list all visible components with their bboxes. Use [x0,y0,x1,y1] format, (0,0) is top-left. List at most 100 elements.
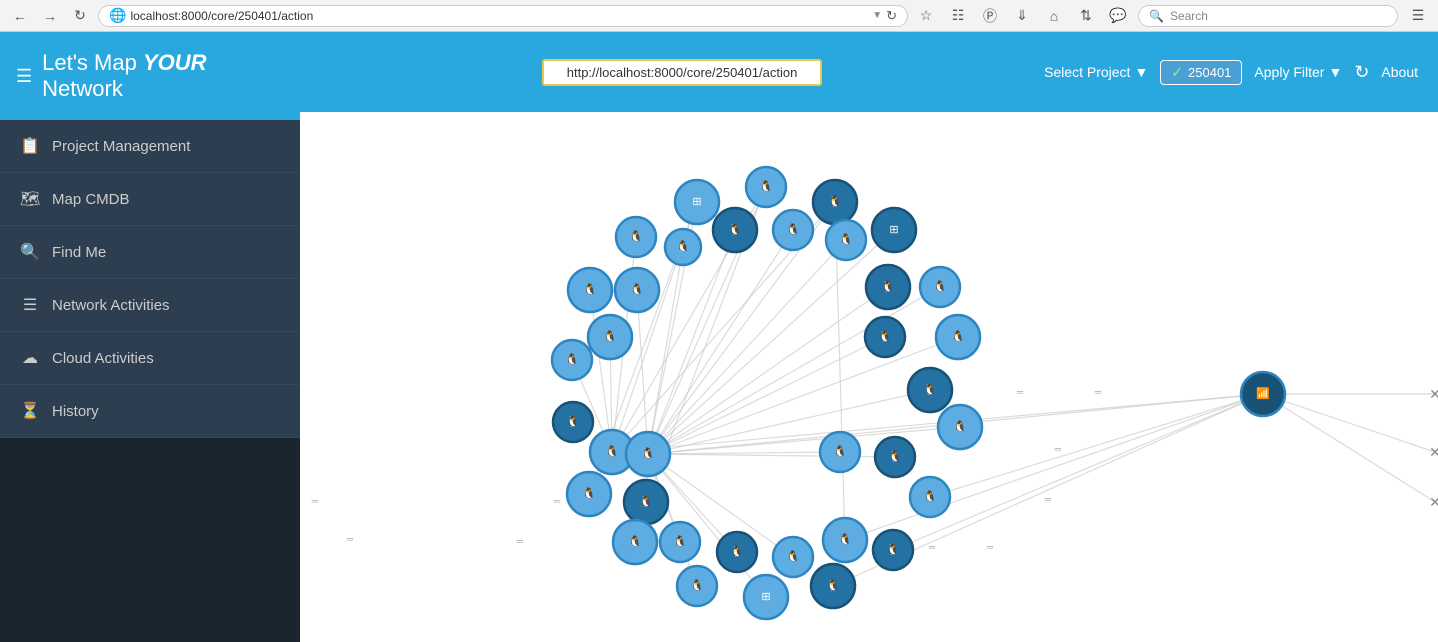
sidebar-item-label: Cloud Activities [52,350,154,367]
svg-text:🐧: 🐧 [951,330,965,343]
svg-text:⊞: ⊞ [761,591,770,603]
svg-text:🐧: 🐧 [565,353,579,366]
network-node[interactable]: 🐧 [713,208,757,252]
svg-text:🐧: 🐧 [833,445,847,458]
network-node[interactable]: 🐧 [665,229,701,265]
network-node[interactable]: 🐧 [588,315,632,359]
network-node[interactable]: 🐧 [626,432,670,476]
sidebar-item-map-cmdb[interactable]: 🗺 Map CMDB [0,173,300,226]
svg-text:🐧: 🐧 [881,280,895,293]
browser-actions: ☆ ☷ Ⓟ ⇓ ⌂ ⇅ 💬 🔍 Search ☰ [914,4,1430,28]
back-button[interactable]: ← [8,4,32,28]
network-node[interactable]: 🐧 [613,520,657,564]
svg-text:🐧: 🐧 [786,550,800,563]
network-node[interactable]: 🐧 [660,522,700,562]
apply-filter-button[interactable]: Apply Filter ▼ [1254,64,1342,80]
refresh-button[interactable]: ↻ [68,4,92,28]
network-node[interactable]: 🐧 [773,537,813,577]
about-button[interactable]: About [1381,64,1418,80]
sync-icon[interactable]: ⇅ [1074,4,1098,28]
svg-text:🐧: 🐧 [676,240,690,253]
top-bar-actions: Select Project ▼ ✓ 250401 Apply Filter ▼… [1044,60,1418,85]
network-node[interactable]: 🐧 [936,315,980,359]
sidebar-item-history[interactable]: ⏳ History [0,385,300,438]
network-node[interactable]: 🐧 [813,180,857,224]
network-node[interactable]: 🐧 [567,472,611,516]
network-node[interactable]: 🐧 [616,217,656,257]
network-node[interactable]: 🐧 [873,530,913,570]
browser-chrome: ← → ↻ 🌐 localhost:8000/core/250401/actio… [0,0,1438,32]
network-node[interactable]: 🐧 [875,437,915,477]
network-node[interactable]: ⊞ [675,180,719,224]
sidebar-item-project-management[interactable]: 📋 Project Management [0,120,300,173]
network-node[interactable]: 🐧 [938,405,982,449]
graph-area: ══════════⊞🐧🐧🐧🐧🐧🐧🐧⊞🐧🐧🐧🐧🐧🐧🐧🐧🐧🐧🐧🐧🐧🐧🐧🐧🐧🐧🐧🐧🐧… [300,112,1438,642]
sidebar-item-label: Network Activities [52,297,170,314]
sidebar-bottom-panel [0,438,300,642]
svg-text:═: ═ [516,536,524,546]
svg-text:✕: ✕ [1429,494,1438,510]
network-node[interactable]: 🐧 [553,402,593,442]
svg-text:🐧: 🐧 [582,487,596,500]
network-node[interactable]: 📶 [1241,372,1285,416]
network-node[interactable]: 🐧 [866,265,910,309]
network-node[interactable]: 🐧 [920,267,960,307]
svg-text:🐧: 🐧 [923,383,937,396]
forward-button[interactable]: → [38,4,62,28]
network-node[interactable]: 🐧 [615,268,659,312]
select-project-button[interactable]: Select Project ▼ [1044,64,1148,80]
network-activities-icon: ☰ [20,295,40,315]
cloud-activities-icon: ☁ [20,348,40,368]
bookmark-star-icon[interactable]: ☆ [914,4,938,28]
network-node[interactable]: 🐧 [773,210,813,250]
reader-view-icon[interactable]: ☷ [946,4,970,28]
network-graph[interactable]: ══════════⊞🐧🐧🐧🐧🐧🐧🐧⊞🐧🐧🐧🐧🐧🐧🐧🐧🐧🐧🐧🐧🐧🐧🐧🐧🐧🐧🐧🐧🐧… [300,112,1438,642]
sidebar-header: ☰ Let's Map YOUR Network [0,32,300,120]
svg-text:🐧: 🐧 [628,535,642,548]
network-node[interactable]: 🐧 [823,518,867,562]
network-node[interactable]: 🐧 [826,220,866,260]
svg-text:⊞: ⊞ [692,196,701,208]
network-node[interactable]: 🐧 [746,167,786,207]
network-node[interactable]: 🐧 [717,532,757,572]
project-checkmark-icon: ✓ [1171,64,1183,81]
pocket-icon[interactable]: Ⓟ [978,4,1002,28]
browser-search-bar[interactable]: 🔍 Search [1138,5,1398,27]
network-node[interactable]: 🐧 [624,480,668,524]
svg-text:🐧: 🐧 [583,283,597,296]
network-node[interactable]: 🐧 [677,566,717,606]
menu-icon[interactable]: ☰ [1406,4,1430,28]
svg-text:🐧: 🐧 [828,195,842,208]
network-node[interactable]: 🐧 [811,564,855,608]
svg-text:📶: 📶 [1256,387,1270,400]
network-node[interactable]: 🐧 [910,477,950,517]
sidebar-item-cloud-activities[interactable]: ☁ Cloud Activities [0,332,300,385]
network-node[interactable]: 🐧 [568,268,612,312]
network-node[interactable]: 🐧 [865,317,905,357]
svg-text:✕: ✕ [1429,444,1438,460]
feedback-icon[interactable]: 💬 [1106,4,1130,28]
sidebar-item-label: Map CMDB [52,191,130,208]
url-dropdown-icon[interactable]: ▼ [872,10,882,21]
refresh-graph-button[interactable]: ↻ [1354,62,1369,83]
sidebar-item-label: Project Management [52,138,190,155]
svg-text:🐧: 🐧 [933,280,947,293]
apply-filter-chevron-icon: ▼ [1328,64,1342,80]
network-node[interactable]: ⊞ [744,575,788,619]
network-node[interactable]: 🐧 [820,432,860,472]
main-content: http://localhost:8000/core/250401/action… [300,32,1438,642]
home-icon[interactable]: ⌂ [1042,4,1066,28]
url-refresh-icon[interactable]: ↻ [886,8,897,24]
network-node[interactable]: 🐧 [552,340,592,380]
svg-text:⊞: ⊞ [889,224,898,236]
project-management-icon: 📋 [20,136,40,156]
network-node[interactable]: ⊞ [872,208,916,252]
sidebar-item-label: History [52,403,99,420]
download-icon[interactable]: ⇓ [1010,4,1034,28]
svg-text:🐧: 🐧 [888,450,902,463]
sidebar-item-find-me[interactable]: 🔍 Find Me [0,226,300,279]
sidebar-item-network-activities[interactable]: ☰ Network Activities [0,279,300,332]
network-node[interactable]: 🐧 [908,368,952,412]
hamburger-icon[interactable]: ☰ [16,66,32,87]
url-bar[interactable]: 🌐 localhost:8000/core/250401/action ▼ ↻ [98,5,908,27]
